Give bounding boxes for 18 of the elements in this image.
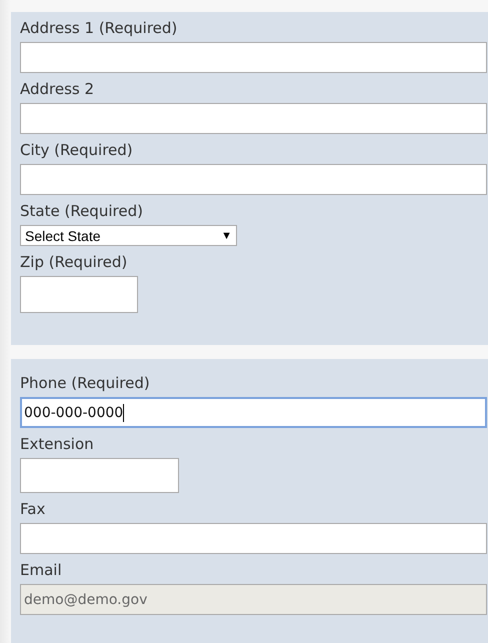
input-field[interactable] [20,164,487,195]
input-field[interactable] [20,42,487,73]
field-label: City (Required) [20,140,133,161]
field-label: Phone (Required) [20,373,150,394]
field-label: Address 2 [20,79,94,100]
input-field[interactable] [20,458,179,493]
input-field[interactable] [20,103,487,134]
input-field[interactable] [20,523,487,554]
field-label: Fax [20,499,46,520]
field-label: State (Required) [20,201,143,222]
input-field[interactable] [20,276,138,313]
dropdown-arrow-icon: ▼ [221,230,232,242]
field-label: Zip (Required) [20,252,128,273]
input-field[interactable]: 000-000-0000 [20,397,487,428]
field-label: Email [20,560,62,581]
field-label: Address 1 (Required) [20,18,178,39]
field-label: Extension [20,434,94,455]
state-dropdown[interactable]: Select State ▼ [20,225,237,246]
